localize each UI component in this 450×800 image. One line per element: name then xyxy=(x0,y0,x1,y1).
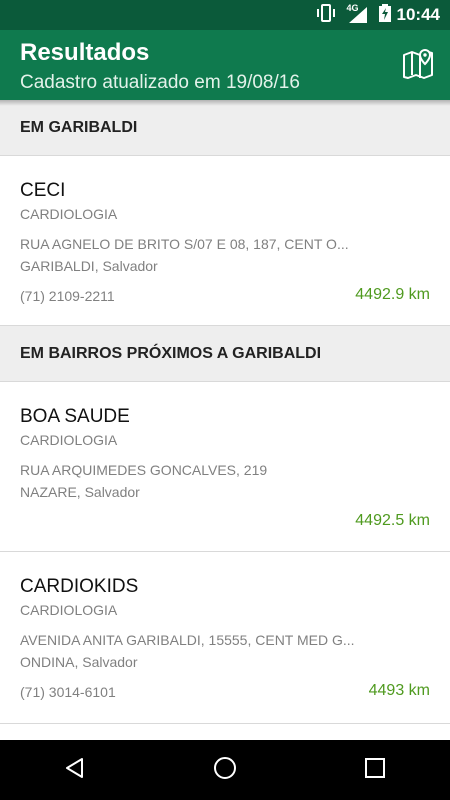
item-neighborhood: ONDINA, Salvador xyxy=(20,654,138,670)
section-header: EM BAIRROS PRÓXIMOS A GARIBALDI xyxy=(0,326,450,382)
results-list: EM GARIBALDI CECI CARDIOLOGIA RUA AGNELO… xyxy=(0,100,450,724)
signal-icon: 4G xyxy=(346,3,369,24)
status-time: 10:44 xyxy=(396,5,440,24)
list-item[interactable]: CARDIOKIDS CARDIOLOGIA AVENIDA ANITA GAR… xyxy=(0,552,450,724)
status-bar: 4G 10:44 xyxy=(0,0,450,30)
page-subtitle: Cadastro atualizado em 19/08/16 xyxy=(20,72,300,93)
item-distance: 4492.9 km xyxy=(355,286,430,303)
app-bar: Resultados Cadastro atualizado em 19/08/… xyxy=(0,30,450,100)
list-item[interactable]: CECI CARDIOLOGIA RUA AGNELO DE BRITO S/0… xyxy=(0,156,450,326)
page-title: Resultados xyxy=(20,39,150,66)
item-name: CARDIOKIDS xyxy=(20,576,139,597)
item-specialty: CARDIOLOGIA xyxy=(20,206,118,222)
item-name: CECI xyxy=(20,180,66,201)
home-button[interactable] xyxy=(195,740,255,800)
item-name: BOA SAUDE xyxy=(20,406,130,427)
list-item[interactable]: BOA SAUDE CARDIOLOGIA RUA ARQUIMEDES GON… xyxy=(0,382,450,552)
back-icon xyxy=(63,756,87,785)
home-icon xyxy=(212,755,238,786)
app-bar-shadow xyxy=(0,100,450,106)
back-button[interactable] xyxy=(45,740,105,800)
item-specialty: CARDIOLOGIA xyxy=(20,602,118,618)
item-address: AVENIDA ANITA GARIBALDI, 15555, CENT MED… xyxy=(20,632,355,648)
item-address: RUA AGNELO DE BRITO S/07 E 08, 187, CENT… xyxy=(20,236,349,252)
item-neighborhood: NAZARE, Salvador xyxy=(20,484,140,500)
recents-icon xyxy=(364,757,386,784)
recents-button[interactable] xyxy=(345,740,405,800)
network-type: 4G xyxy=(346,3,359,13)
map-button[interactable] xyxy=(398,46,438,84)
map-icon xyxy=(402,47,434,84)
item-distance: 4492.5 km xyxy=(355,512,430,529)
item-neighborhood: GARIBALDI, Salvador xyxy=(20,258,158,274)
section-header: EM GARIBALDI xyxy=(0,100,450,156)
item-phone[interactable]: (71) 2109-2211 xyxy=(20,288,115,304)
item-phone[interactable]: (71) 3014-6101 xyxy=(20,684,116,700)
item-address: RUA ARQUIMEDES GONCALVES, 219 xyxy=(20,462,268,478)
vibrate-icon xyxy=(315,3,337,27)
battery-icon xyxy=(378,3,391,27)
item-specialty: CARDIOLOGIA xyxy=(20,432,118,448)
item-distance: 4493 km xyxy=(368,682,430,699)
nav-bar xyxy=(0,740,450,800)
